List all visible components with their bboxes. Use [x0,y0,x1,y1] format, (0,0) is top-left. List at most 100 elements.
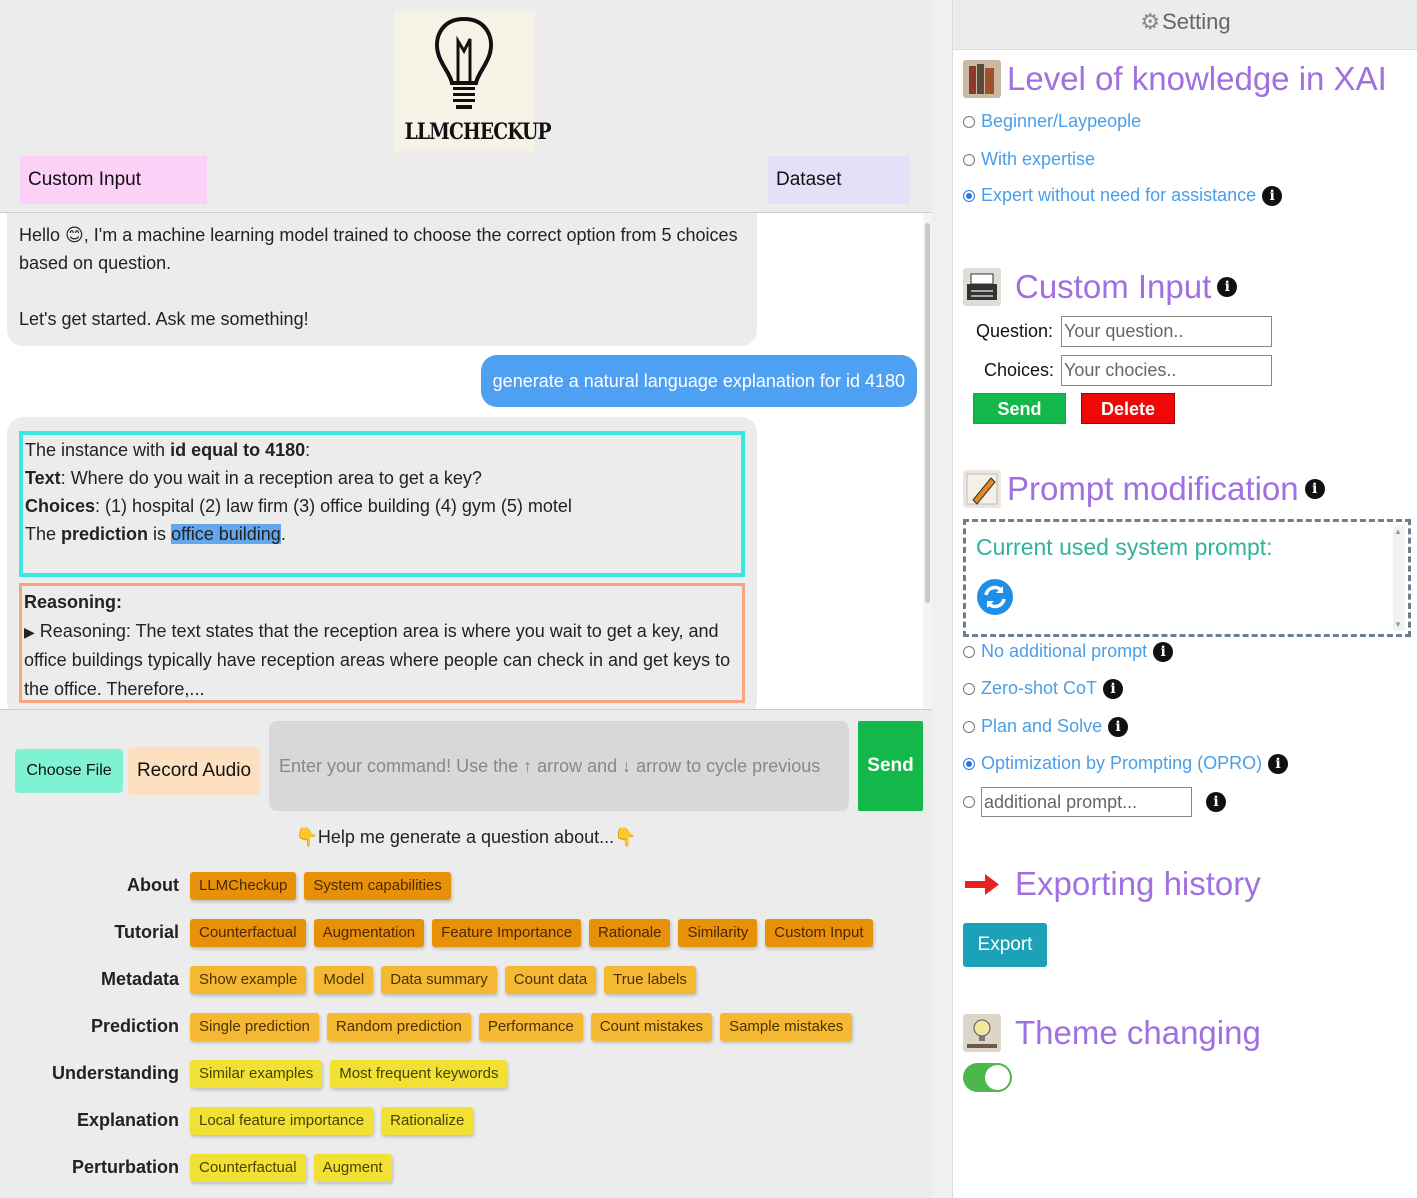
chat-scrollbar[interactable] [923,213,932,709]
question-chip[interactable]: Augment [313,1154,392,1182]
gear-icon: ⚙ [1140,9,1161,34]
question-chip[interactable]: LLMCheckup [190,872,297,900]
radio-button[interactable] [963,720,975,733]
question-input[interactable]: Your question.. [1061,316,1272,347]
reasoning-title: Reasoning: [24,592,123,612]
question-chip[interactable]: Random prediction [326,1013,471,1041]
info-icon[interactable]: i [1268,753,1289,774]
custom-input-section-title: Custom Input i [963,268,1238,306]
question-chip[interactable]: Feature Importance [432,919,582,947]
knowledge-option-expertise[interactable]: With expertise [963,149,1095,170]
question-chip[interactable]: Single prediction [190,1013,319,1041]
question-chip[interactable]: Most frequent keywords [330,1060,508,1088]
question-chip[interactable]: Rationale [589,919,671,947]
question-chip[interactable]: Custom Input [765,919,873,947]
scroll-down-icon[interactable]: ▼ [1394,620,1402,629]
category-chips: Counterfactual Augment [190,1154,392,1182]
text-value: : Where do you wait in a reception area … [60,468,482,488]
export-button[interactable]: Export [963,923,1047,967]
custom-input-delete-button[interactable]: Delete [1081,393,1175,424]
knowledge-title-text: Level of knowledge in XAI [1007,60,1387,97]
category-label: Understanding [51,1063,179,1083]
custom-input-title-text: Custom Input [1015,268,1212,305]
theme-toggle[interactable] [963,1063,1012,1092]
question-chip[interactable]: Count data [504,966,597,994]
text-label: Text [25,468,61,488]
question-chip[interactable]: Similar examples [190,1060,323,1088]
prompt-option-additional[interactable]: additional prompt... i [963,787,1226,817]
radio-button[interactable] [963,153,975,166]
prompt-option-opro[interactable]: Optimization by Prompting (OPRO) i [963,753,1289,774]
question-chip[interactable]: Augmentation [313,919,425,947]
export-title-text: Exporting history [1015,865,1261,902]
settings-header: ⚙Setting [953,0,1417,50]
question-chip[interactable]: Counterfactual [190,919,306,947]
user-message: generate a natural language explanation … [480,355,917,407]
system-prompt-label: Current used system prompt: [976,534,1273,560]
prompt-option-none[interactable]: No additional prompt i [963,641,1174,662]
greeting-line: Hello 😊, I'm a machine learning model tr… [19,221,745,277]
system-prompt-box: Current used system prompt: ▲ ▼ [963,519,1411,637]
choices-input[interactable]: Your chocies.. [1061,355,1272,386]
radio-button[interactable] [963,682,975,695]
chat-scroll-thumb[interactable] [925,223,930,603]
category-row-explanation: Explanation Local feature importance Ratio… [0,1107,932,1139]
category-label: Metadata [100,969,179,989]
question-chip[interactable]: True labels [604,966,696,994]
info-icon[interactable]: i [1108,716,1129,737]
info-icon[interactable]: i [1206,792,1226,812]
greeting-line-2: Let's get started. Ask me something! [19,309,309,329]
question-chip[interactable]: Local feature importance [190,1107,374,1135]
bot-message-greeting: Hello 😊, I'm a machine learning model tr… [7,213,757,346]
knowledge-option-beginner[interactable]: Beginner/Laypeople [963,111,1141,132]
question-chip[interactable]: Show example [190,966,307,994]
info-icon[interactable]: i [1304,479,1325,499]
custom-input-viewer-button[interactable]: Custom Input Viewer [20,156,207,238]
export-section-title: Exporting history [963,865,1261,903]
custom-input-send-button[interactable]: Send [973,393,1066,424]
category-label: Perturbation [71,1157,179,1177]
reasoning-expand-icon[interactable]: ▶ [24,624,35,640]
question-chip[interactable]: Counterfactual [190,1154,306,1182]
info-icon[interactable]: i [1217,277,1238,297]
panel-divider [932,0,952,1198]
question-chip[interactable]: Rationalize [381,1107,474,1135]
additional-prompt-input[interactable]: additional prompt... [981,787,1192,817]
refresh-icon[interactable] [976,578,1014,616]
scroll-up-icon[interactable]: ▲ [1394,527,1402,536]
radio-button[interactable] [963,645,975,658]
prediction-is: is [148,524,172,544]
chat-panel: LLMCHECKUP Custom Input Viewer Dataset V… [0,0,932,1198]
prompt-option-plan-solve[interactable]: Plan and Solve i [963,716,1129,737]
question-chip[interactable]: Sample mistakes [720,1013,853,1041]
info-icon[interactable]: i [1153,641,1174,662]
record-audio-button[interactable]: Record Audio [128,747,260,795]
question-chip[interactable]: System capabilities [304,872,451,900]
category-row-understanding: Understanding Similar examples Most freque… [0,1060,932,1092]
info-icon[interactable]: i [1103,678,1124,699]
question-chip[interactable]: Data summary [381,966,497,994]
instance-colon: : [305,440,311,460]
option-label: No additional prompt [981,641,1148,661]
question-chip[interactable]: Count mistakes [590,1013,713,1041]
choices-value: : (1) hospital (2) law firm (3) office b… [95,496,572,516]
knowledge-option-expert[interactable]: Expert without need for assistance i [963,185,1283,206]
info-icon[interactable]: i [1262,185,1283,206]
question-chip[interactable]: Performance [478,1013,583,1041]
dataset-viewer-button[interactable]: Dataset Viewer [768,156,910,238]
prompt-box-scrollbar[interactable]: ▲ ▼ [1393,525,1405,631]
instance-intro: The instance with [25,440,171,460]
question-chip[interactable]: Model [314,966,374,994]
command-input[interactable]: Enter your command! Use the ↑ arrow and … [269,721,849,811]
prompt-option-zero-shot-cot[interactable]: Zero-shot CoT i [963,678,1124,699]
send-command-button[interactable]: Send [858,721,923,811]
choose-file-button[interactable]: Choose File [15,749,123,793]
radio-button[interactable] [963,796,975,808]
radio-button[interactable] [963,115,975,128]
question-label: Question: [976,321,1054,341]
toggle-knob[interactable] [985,1065,1010,1090]
radio-button-selected[interactable] [963,757,975,770]
radio-button-selected[interactable] [963,189,975,202]
prediction-value: office building [171,524,281,544]
question-chip[interactable]: Similarity [678,919,758,947]
